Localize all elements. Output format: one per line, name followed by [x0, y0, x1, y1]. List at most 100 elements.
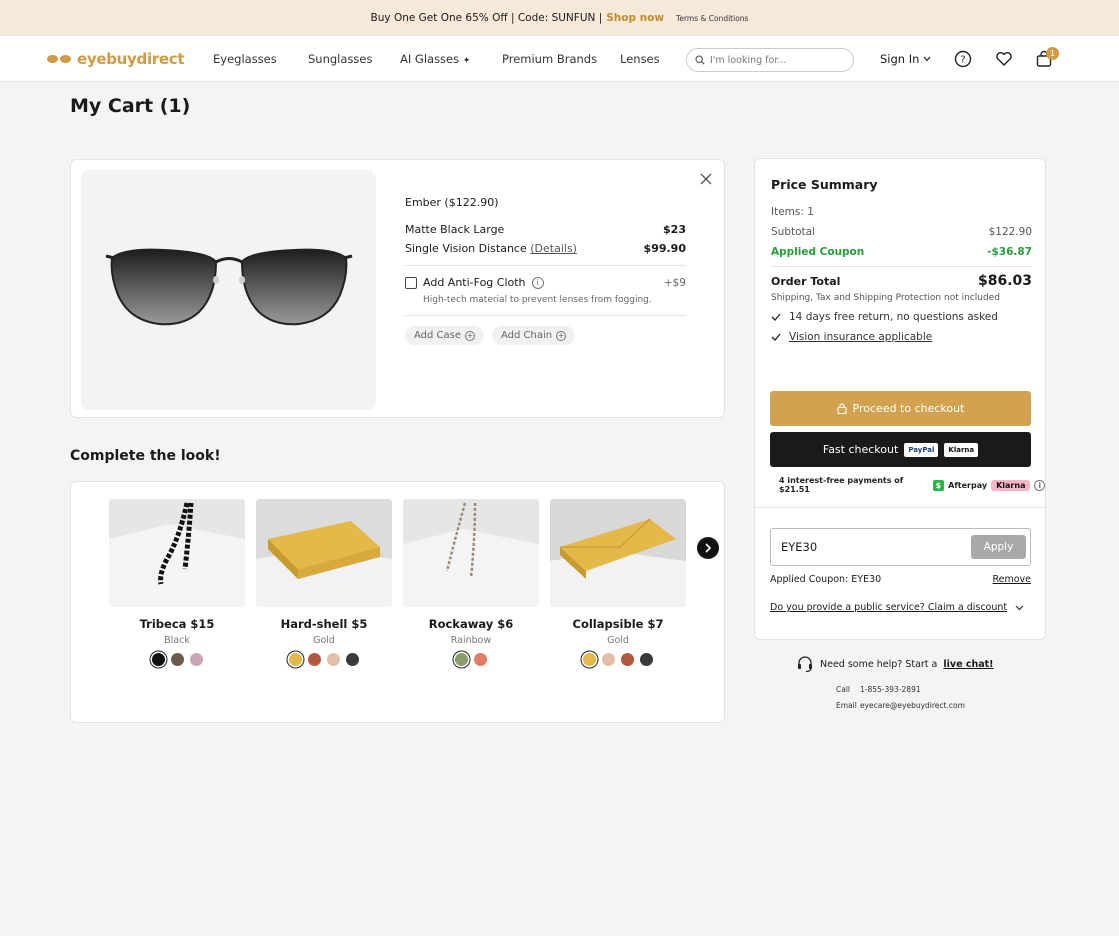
complete-look-carousel: Tribeca $15 Black Hard-shell $5 Gold Roc… — [70, 481, 725, 723]
shop-now-link[interactable]: Shop now — [606, 12, 664, 24]
add-chain-label: Add Chain — [501, 330, 553, 341]
search-box[interactable] — [686, 48, 854, 72]
svg-text:?: ? — [960, 55, 965, 66]
apply-coupon-button[interactable]: Apply — [971, 535, 1026, 559]
add-case-button[interactable]: Add Case + — [405, 326, 485, 345]
nav-ai-glasses[interactable]: AI Glasses ✦ — [400, 52, 470, 66]
contact-info: Call 1-855-393-2891 Email eyecare@eyebuydi… — [836, 682, 994, 714]
nav-sunglasses[interactable]: Sunglasses — [308, 52, 372, 66]
headset-icon — [798, 656, 812, 673]
vision-insurance-link[interactable]: Vision insurance applicable — [789, 331, 932, 343]
swatch-rainbow-2[interactable] — [474, 653, 487, 666]
live-chat-link[interactable]: live chat! — [943, 659, 993, 670]
product-color: Gold — [313, 635, 335, 646]
add-case-label: Add Case — [414, 330, 462, 341]
divider — [405, 315, 686, 316]
swatch-beige[interactable] — [602, 653, 615, 666]
remove-coupon-link[interactable]: Remove — [992, 574, 1031, 585]
swatch-beige[interactable] — [327, 653, 340, 666]
cart-item-card: Ember ($122.90) Matte Black Large $23 Si… — [70, 159, 725, 418]
complete-look-title: Complete the look! — [70, 448, 221, 464]
swatch-rainbow-1[interactable] — [455, 653, 468, 666]
swatch-charcoal[interactable] — [346, 653, 359, 666]
phone-number[interactable]: 1-855-393-2891 — [860, 685, 921, 694]
cart-count-badge: 1 — [1046, 47, 1059, 60]
info-icon[interactable]: i — [1034, 479, 1045, 491]
nav-premium-brands[interactable]: Premium Brands — [502, 52, 597, 66]
nav-eyeglasses[interactable]: Eyeglasses — [213, 52, 277, 66]
lens-option: Single Vision Distance (Details) — [405, 242, 577, 255]
swatch-gold[interactable] — [583, 653, 596, 666]
afterpay-text: 4 interest-free payments of $21.51 — [779, 476, 904, 494]
product-card[interactable]: Hard-shell $5 Gold — [256, 499, 392, 666]
subtotal-row: Subtotal $122.90 — [771, 226, 1032, 238]
product-name: Tribeca $15 — [139, 617, 215, 631]
swatch-rust[interactable] — [621, 653, 634, 666]
add-chain-button[interactable]: Add Chain + — [492, 326, 576, 345]
logo-glasses-icon — [47, 53, 73, 65]
product-image-sunglasses[interactable] — [81, 170, 376, 410]
product-color: Rainbow — [450, 635, 492, 646]
swatch-gold[interactable] — [289, 653, 302, 666]
search-icon — [695, 55, 705, 65]
sign-in-button[interactable]: Sign In — [880, 52, 931, 66]
product-image-chain — [109, 499, 245, 607]
product-card[interactable]: Rockaway $6 Rainbow — [403, 499, 539, 666]
details-link[interactable]: (Details) — [530, 242, 577, 255]
info-icon[interactable]: i — [531, 276, 544, 289]
close-icon[interactable] — [699, 172, 713, 186]
anti-fog-label: Add Anti-Fog Cloth — [423, 276, 526, 289]
checkout-label: Proceed to checkout — [852, 402, 965, 415]
frame-option: Matte Black Large — [405, 223, 505, 236]
main-nav: eyebuydirect Eyeglasses Sunglasses AI Gl… — [0, 36, 1119, 82]
product-name: Rockaway $6 — [428, 617, 514, 631]
lens-price: $99.90 — [643, 242, 686, 255]
anti-fog-checkbox[interactable] — [405, 276, 417, 289]
addon-anti-fog: Add Anti-Fog Cloth i +$9 — [405, 276, 686, 289]
check-icon — [771, 313, 781, 321]
dollar-icon: $ — [932, 479, 945, 491]
proceed-to-checkout-button[interactable]: Proceed to checkout — [770, 391, 1031, 426]
logo-text: eyebuydirect — [77, 50, 185, 68]
chevron-right-icon — [705, 543, 712, 553]
klarna-logo: Klarna — [944, 442, 979, 457]
swatch-black[interactable] — [151, 653, 165, 666]
fast-checkout-button[interactable]: Fast checkout PayPal Klarna — [770, 432, 1031, 467]
coupon-input[interactable] — [781, 540, 951, 554]
applied-coupon-text: Applied Coupon: EYE30 — [770, 574, 882, 585]
benefit-row: 14 days free return, no questions asked — [771, 311, 1032, 323]
afterpay-logo: Afterpay — [948, 480, 988, 490]
claim-discount-link[interactable]: Do you provide a public service? Claim a… — [770, 602, 1024, 613]
item-line: Matte Black Large $23 — [405, 223, 686, 236]
coupon-row: Applied Coupon -$36.87 — [771, 246, 1032, 258]
items-count: Items: 1 — [771, 206, 814, 218]
nav-lenses[interactable]: Lenses — [620, 52, 660, 66]
heart-icon[interactable] — [994, 49, 1014, 69]
coupon-value: -$36.87 — [987, 246, 1032, 258]
terms-link[interactable]: Terms & Conditions — [676, 14, 748, 23]
product-name: Collapsible $7 — [572, 617, 664, 631]
frame-price: $23 — [663, 223, 686, 236]
product-card[interactable]: Collapsible $7 Gold — [550, 499, 686, 666]
summary-title: Price Summary — [771, 177, 878, 192]
product-image-hard-case — [256, 499, 392, 607]
help-icon[interactable]: ? — [953, 49, 973, 69]
item-details: Ember ($122.90) Matte Black Large $23 Si… — [405, 196, 686, 345]
swatch-charcoal[interactable] — [640, 653, 653, 666]
product-image-collapsible-case — [550, 499, 686, 607]
product-card[interactable]: Tribeca $15 Black — [109, 499, 245, 666]
coupon-field[interactable]: Apply — [770, 528, 1031, 566]
page-title: My Cart (1) — [70, 95, 191, 117]
swatch-tortoise[interactable] — [170, 653, 184, 666]
product-image-strap — [403, 499, 539, 607]
paypal-logo: PayPal — [904, 442, 939, 457]
search-input[interactable] — [710, 54, 840, 66]
swatch-rust[interactable] — [308, 653, 321, 666]
email-address[interactable]: eyecare@eyebuydirect.com — [860, 701, 965, 710]
carousel-next-button[interactable] — [697, 537, 719, 559]
item-line: Single Vision Distance (Details) $99.90 — [405, 242, 686, 255]
logo[interactable]: eyebuydirect — [47, 50, 185, 68]
swatch-pink[interactable] — [189, 653, 203, 666]
order-total-value: $86.03 — [977, 273, 1032, 289]
plus-circle-icon: + — [465, 330, 476, 341]
